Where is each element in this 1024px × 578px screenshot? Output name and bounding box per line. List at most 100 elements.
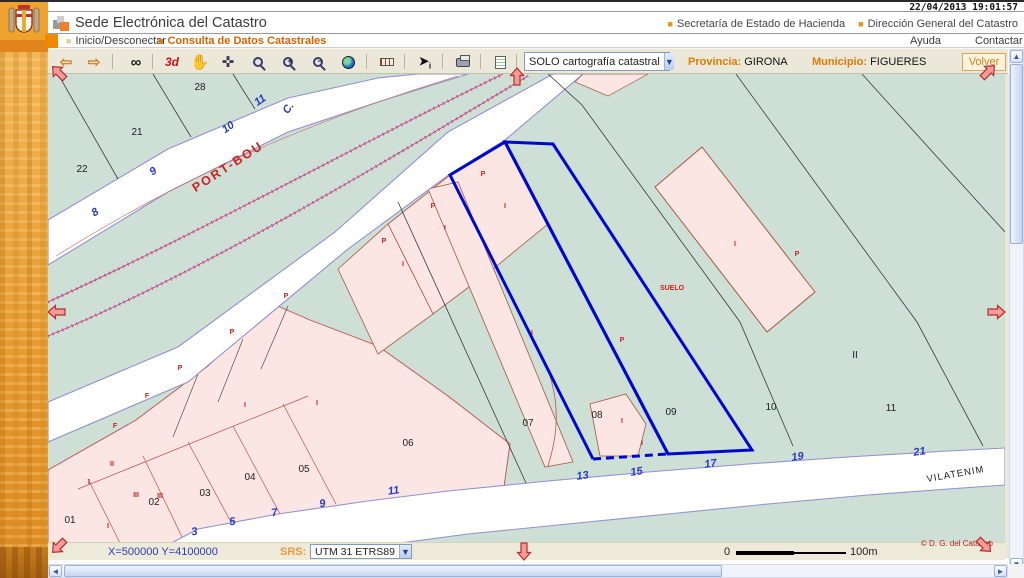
pan-left-button[interactable] — [45, 300, 69, 324]
menu-item-ayuda[interactable]: Ayuda — [910, 35, 941, 47]
measure-button[interactable] — [374, 52, 400, 72]
cityscape-texture — [0, 52, 48, 547]
street-number-label: 21 — [912, 445, 927, 459]
coordinates-readout: X=500000 Y=4100000 — [108, 546, 218, 558]
pan-up-icon — [511, 68, 524, 85]
forward-button[interactable]: ⇨ — [82, 52, 106, 72]
provincia-label: Provincia: — [688, 56, 741, 68]
menu-item-contactar[interactable]: Contactar — [975, 35, 1023, 47]
scroll-right-button[interactable]: ► — [994, 565, 1007, 577]
bullet-icon: ■ — [66, 36, 71, 46]
pan-left-icon — [48, 306, 65, 319]
horizontal-scrollbar[interactable]: ◄ ► — [48, 564, 1008, 578]
3d-icon: 3d — [165, 55, 179, 69]
zoom-in-button[interactable]: + — [276, 52, 300, 72]
scroll-up-button[interactable]: ▲ — [1010, 50, 1023, 63]
cadastral-mark-label: I — [621, 418, 623, 425]
cadastral-mark-label: I — [402, 261, 404, 268]
toolbar-separator — [112, 54, 113, 69]
pan-up-right-button[interactable] — [976, 60, 1000, 84]
zoom-window-icon — [253, 57, 263, 67]
pan-down-button[interactable] — [512, 539, 536, 563]
globe-icon — [342, 56, 355, 69]
cadastral-mark-label: I — [641, 440, 643, 447]
link-secretaria[interactable]: Secretaría de Estado de Hacienda — [677, 18, 845, 30]
parcel-number-label: 08 — [591, 410, 603, 421]
move-button[interactable]: ✜ — [216, 52, 240, 72]
info-pointer-button[interactable]: ➤i — [412, 52, 438, 72]
cadastral-mark-label: P — [382, 238, 387, 245]
search-button[interactable]: ∞ — [124, 52, 148, 72]
cadastral-mark-label: III — [157, 493, 163, 500]
street-number-label: 13 — [576, 469, 590, 483]
provincia-value: GIRONA — [744, 56, 787, 68]
world-extent-button[interactable] — [336, 52, 360, 72]
toolbar-separator — [366, 54, 367, 69]
chevron-down-icon[interactable]: ▼ — [664, 53, 674, 70]
pan-right-icon — [988, 306, 1005, 319]
srs-select-value: UTM 31 ETRS89 — [311, 546, 399, 558]
zoom-window-button[interactable] — [246, 52, 270, 72]
cadastral-mark-label: I — [734, 241, 736, 248]
menu-item-consulta-datos[interactable]: ■Consulta de Datos Catastrales — [158, 35, 326, 47]
catastro-logo-icon — [53, 15, 69, 31]
header-bar: Sede Electrónica del Catastro ■ Secretarí… — [48, 13, 1024, 34]
pan-up-button[interactable] — [505, 65, 529, 89]
toolbar-separator — [480, 54, 481, 69]
pan-down-left-button[interactable] — [47, 534, 71, 558]
parcel-number-label: 04 — [244, 472, 256, 483]
zoom-in-icon: + — [283, 57, 293, 67]
scale-bar-segment — [794, 552, 846, 554]
cadastral-mark-label: I — [244, 402, 246, 409]
cadastral-mark-label: P — [178, 365, 183, 372]
municipio-value: FIGUERES — [870, 56, 926, 68]
parcel-number-label: 21 — [131, 127, 143, 138]
srs-select[interactable]: UTM 31 ETRS89 ▼ — [310, 544, 412, 559]
parcel-number-label: 28 — [194, 82, 206, 93]
pan-right-button[interactable] — [984, 300, 1008, 324]
cadastral-map[interactable]: 2122280102030405060708091011II891011C.35… — [48, 74, 1005, 558]
cadastral-mark-label: I — [107, 523, 109, 530]
municipio-label: Municipio: — [812, 56, 867, 68]
toolbar-separator — [404, 54, 405, 69]
cadastral-mark-label: SUELO — [660, 285, 685, 292]
scale-bar-segment — [736, 551, 794, 555]
parcel-number-label: 03 — [199, 488, 211, 499]
header-links: ■ Secretaría de Estado de Hacienda ■ Direc… — [657, 18, 1018, 30]
cadastral-mark-label: P — [795, 251, 800, 258]
scrollbar-corner — [1008, 564, 1024, 578]
spain-coat-of-arms-logo — [0, 2, 48, 40]
hand-icon: ✋ — [191, 53, 210, 71]
bullet-icon: ■ — [667, 19, 672, 29]
parcel-number-label: 06 — [402, 438, 414, 449]
vertical-scrollbar[interactable]: ▲ ▼ — [1009, 49, 1024, 572]
scale-start-label: 0 — [724, 546, 730, 558]
move-cross-icon: ✜ — [222, 53, 235, 71]
scroll-left-button[interactable]: ◄ — [49, 565, 62, 577]
printer-icon — [456, 58, 470, 67]
pan-hand-button[interactable]: ✋ — [188, 52, 212, 72]
pan-up-right-icon — [978, 61, 999, 82]
cadastral-mark-label: I — [88, 479, 90, 486]
cadastral-mark-label: F — [113, 423, 118, 430]
pan-down-left-icon — [48, 536, 69, 557]
zoom-out-icon: − — [313, 57, 323, 67]
zoom-out-button[interactable]: − — [306, 52, 330, 72]
link-direccion-general[interactable]: Dirección General del Catastro — [868, 18, 1018, 30]
cadastral-mark-label: P — [431, 203, 436, 210]
view-3d-button[interactable]: 3d — [160, 52, 184, 72]
chevron-down-icon[interactable]: ▼ — [399, 545, 411, 558]
pan-up-left-button[interactable] — [47, 61, 71, 85]
bullet-icon: ■ — [158, 36, 163, 46]
horizontal-scrollbar-thumb[interactable] — [64, 565, 722, 577]
srs-label: SRS: — [280, 546, 306, 558]
print-button[interactable] — [450, 52, 476, 72]
page-title: Sede Electrónica del Catastro — [75, 15, 267, 31]
bullet-icon: ■ — [858, 19, 863, 29]
menu-item-inicio-desconectar[interactable]: ■Inicio/Desconectar — [66, 35, 166, 47]
pan-down-right-button[interactable] — [972, 533, 996, 557]
info-cursor-icon: ➤i — [419, 54, 431, 70]
binoculars-icon: ∞ — [131, 54, 142, 71]
vertical-scrollbar-thumb[interactable] — [1010, 64, 1023, 244]
layer-select[interactable]: SOLO cartografía catastral ▼ — [524, 52, 670, 71]
